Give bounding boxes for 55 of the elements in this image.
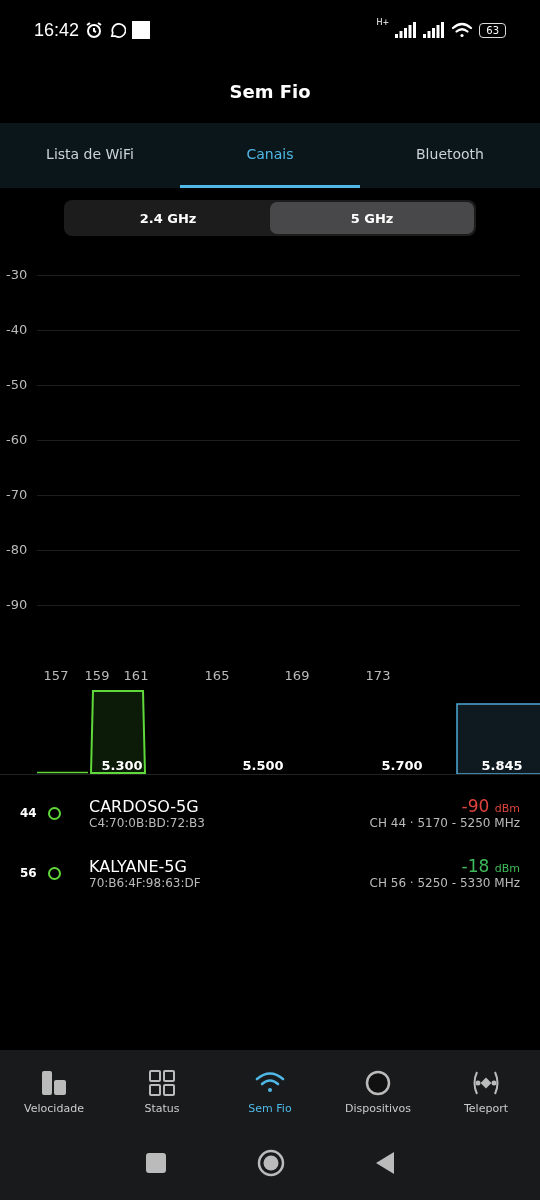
frequency-label: 5.500: [242, 758, 284, 773]
frequency-label: 5.845: [481, 758, 523, 773]
channel-label: 165: [204, 668, 230, 683]
nav-item[interactable]: Velocidade: [0, 1069, 108, 1115]
baseline-line: [36, 771, 89, 774]
channel-label: 169: [284, 668, 310, 683]
channel-label: 159: [84, 668, 110, 683]
signal-strength: -90 dBm: [461, 796, 520, 816]
battery-level: 63: [479, 22, 506, 38]
alarm-icon: [85, 21, 104, 39]
nav-item[interactable]: Status: [108, 1069, 216, 1115]
axis-label: -90: [5, 598, 29, 612]
channel-label: 173: [365, 668, 391, 683]
channel-details: CH 56 · 5250 - 5330 MHz: [369, 876, 520, 890]
axis-label: -70: [5, 488, 29, 502]
mac-address: C4:70:0B:BD:72:B3: [89, 815, 206, 830]
screen-title: Sem Fio: [228, 80, 312, 104]
frequency-label: 5.300: [101, 758, 143, 773]
network-name: KALYANE-5G: [89, 856, 188, 876]
chat-icon: [109, 21, 127, 39]
tab[interactable]: Bluetooth: [360, 123, 540, 188]
tab[interactable]: Lista de WiFi: [0, 123, 180, 188]
home-icon[interactable]: [257, 1149, 285, 1177]
axis-label: -80: [5, 543, 29, 557]
axis-label: -40: [5, 323, 29, 337]
channel-details: CH 44 · 5170 - 5250 MHz: [369, 816, 520, 830]
network-name: CARDOSO-5G: [89, 796, 200, 816]
signal-icon: [395, 22, 418, 38]
axis-label: -60: [5, 433, 29, 447]
frequency-label: 5.700: [381, 758, 423, 773]
recents-icon[interactable]: [145, 1152, 167, 1174]
tab[interactable]: Canais: [180, 123, 360, 188]
signal-strength: -18 dBm: [461, 856, 520, 876]
band-option[interactable]: 2.4 GHz: [66, 202, 270, 234]
mac-address: 70:B6:4F:98:63:DF: [89, 875, 202, 890]
channel-label: 161: [123, 668, 149, 683]
wifi-icon: [451, 22, 474, 38]
bar-chart-icon: [41, 1069, 67, 1096]
nav-item[interactable]: Sem Fio: [216, 1069, 324, 1115]
signal-icon: [423, 22, 446, 38]
axis-label: -30: [5, 268, 29, 282]
band-option[interactable]: 5 GHz: [270, 202, 474, 234]
circle-icon: [365, 1069, 391, 1096]
network-type: H+: [376, 18, 390, 27]
nav-item[interactable]: Teleport: [432, 1069, 540, 1115]
channel-number: 44: [20, 806, 38, 820]
nav-item[interactable]: Dispositivos: [324, 1069, 432, 1115]
notification-icon: [132, 21, 151, 39]
channel-number: 56: [20, 866, 38, 880]
channel-label: 157: [43, 668, 69, 683]
axis-label: -50: [5, 378, 29, 392]
back-icon[interactable]: [375, 1151, 395, 1175]
teleport-icon: [471, 1069, 501, 1096]
grid-icon: [149, 1069, 175, 1096]
status-time: 16:42: [34, 19, 80, 41]
